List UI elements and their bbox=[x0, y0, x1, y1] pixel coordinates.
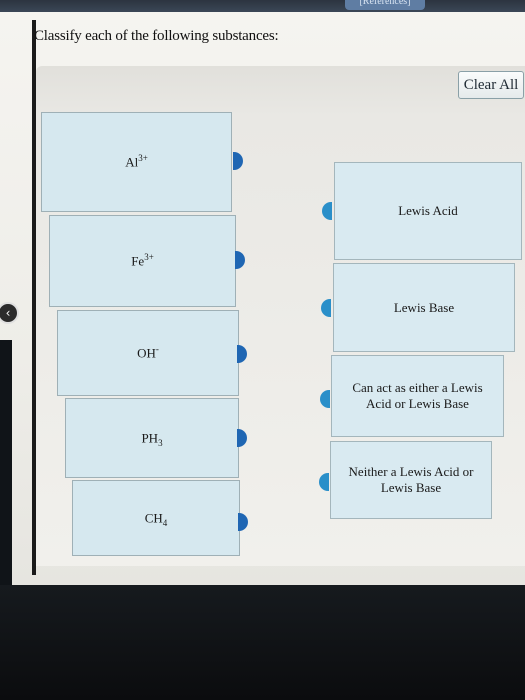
item-ph3[interactable]: PH3 bbox=[65, 398, 239, 478]
target-lewis-base[interactable]: Lewis Base bbox=[333, 263, 515, 352]
bottom-dark-area bbox=[0, 585, 525, 700]
item-label: Al3+ bbox=[125, 152, 148, 169]
left-dark-strip bbox=[0, 340, 12, 590]
target-either[interactable]: Can act as either a Lewis Acid or Lewis … bbox=[331, 355, 504, 437]
item-al3[interactable]: Al3+ bbox=[41, 112, 232, 212]
item-label: Fe3+ bbox=[131, 251, 154, 268]
target-label: Lewis Base bbox=[393, 299, 455, 315]
target-label: Neither a Lewis Acid or Lewis Base bbox=[348, 464, 474, 495]
question-text: Classify each of the following substance… bbox=[34, 28, 279, 44]
target-neither[interactable]: Neither a Lewis Acid or Lewis Base bbox=[330, 441, 492, 519]
target-lewis-acid[interactable]: Lewis Acid bbox=[334, 162, 522, 260]
item-label: PH3 bbox=[141, 429, 163, 448]
references-tab[interactable]: [References] bbox=[345, 0, 425, 10]
item-ch4[interactable]: CH4 bbox=[72, 480, 240, 556]
item-label: CH4 bbox=[144, 509, 168, 528]
item-label: OH- bbox=[137, 343, 159, 360]
target-label: Can act as either a Lewis Acid or Lewis … bbox=[352, 380, 483, 411]
clear-all-button[interactable]: Clear All bbox=[458, 71, 524, 99]
item-oh[interactable]: OH- bbox=[57, 310, 239, 396]
target-label: Lewis Acid bbox=[398, 203, 458, 218]
item-fe3[interactable]: Fe3+ bbox=[49, 215, 236, 307]
